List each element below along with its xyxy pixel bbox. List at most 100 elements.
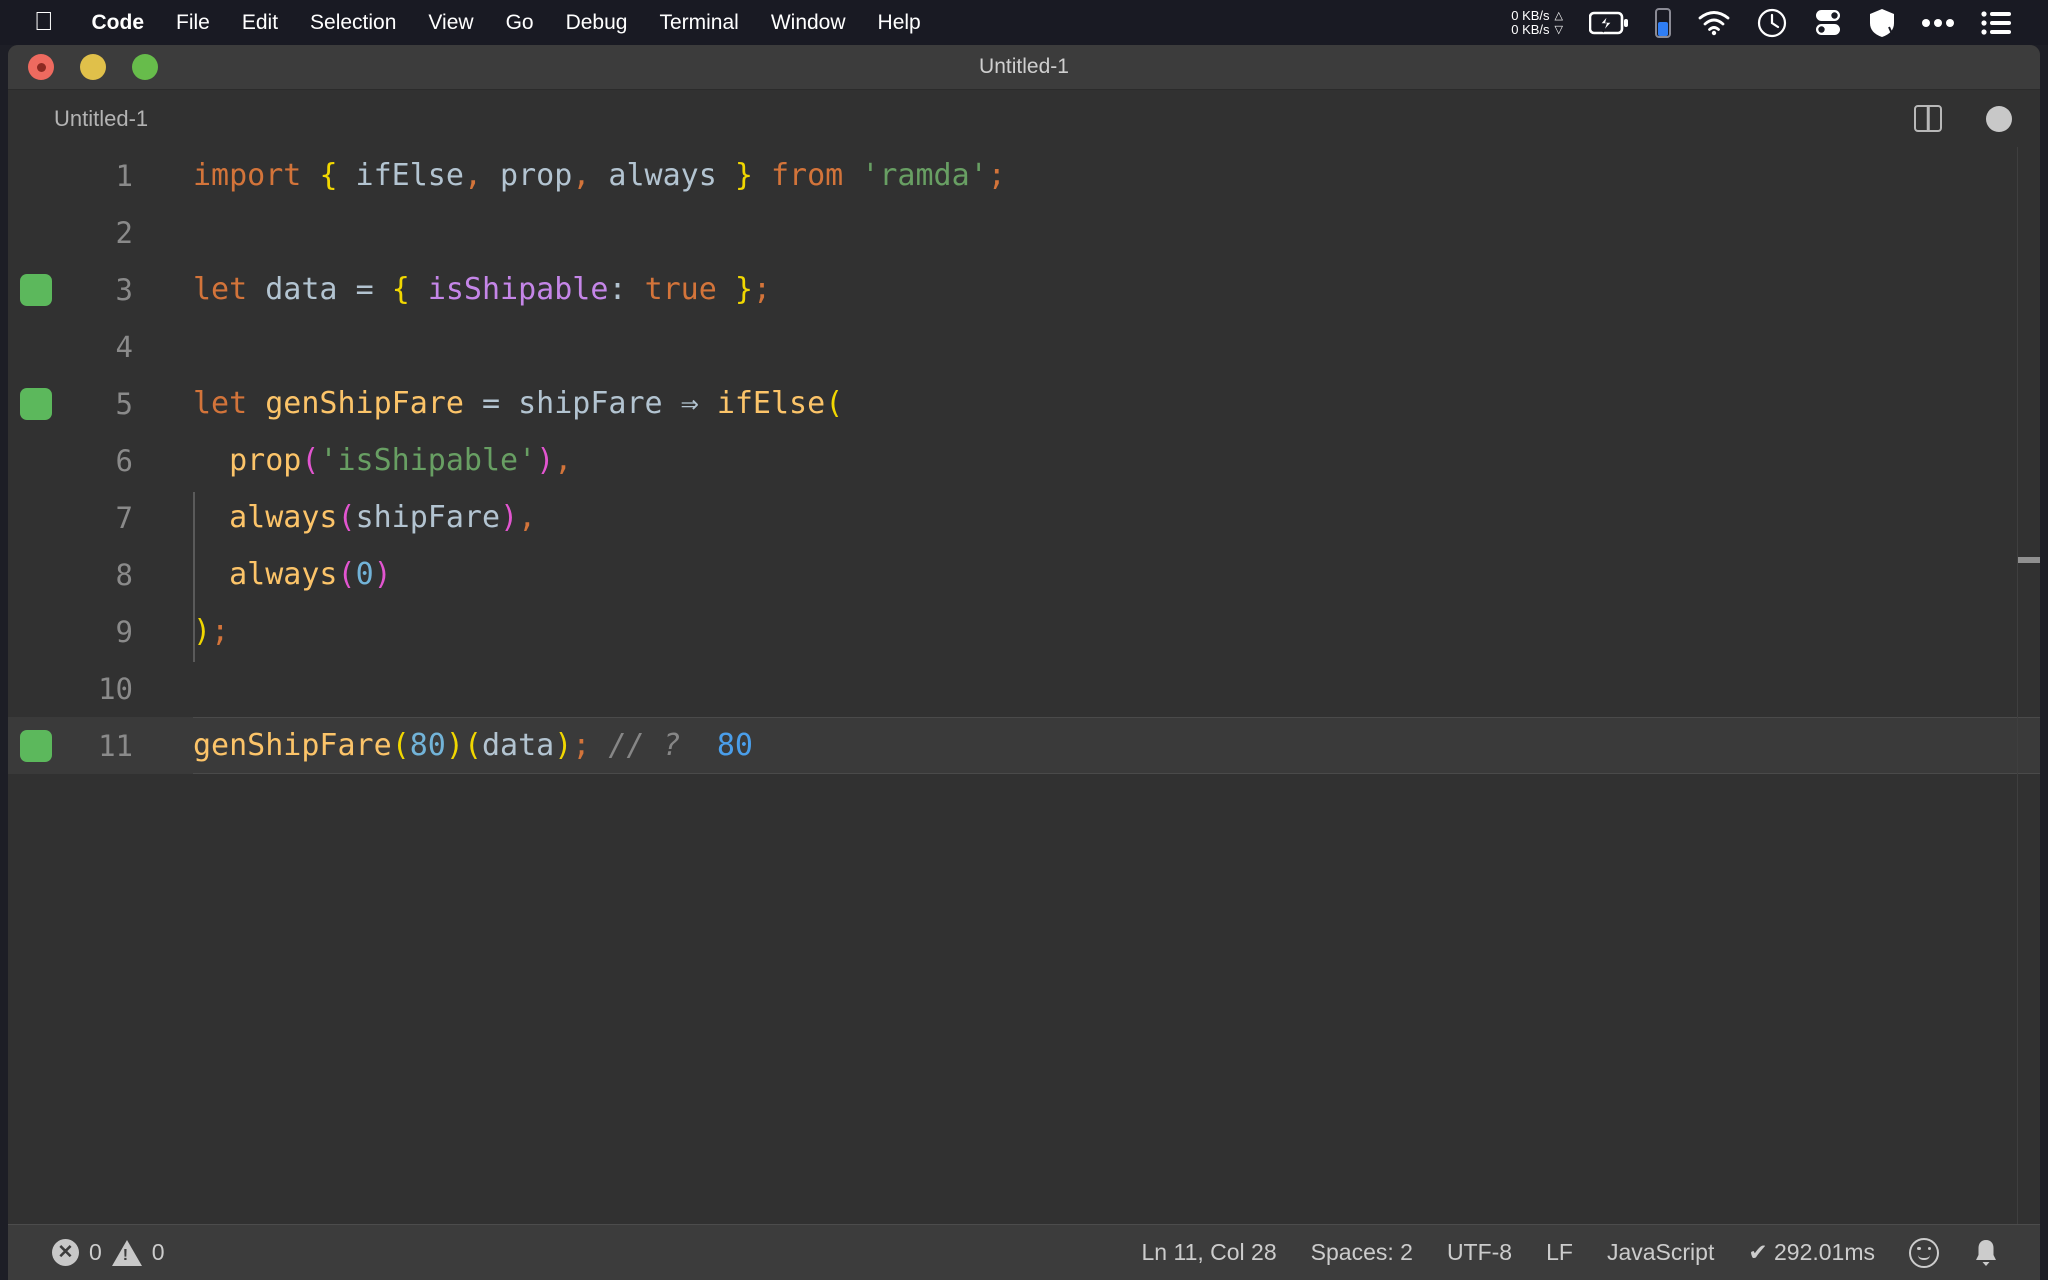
code-line-9[interactable]: 9); (8, 603, 2040, 660)
status-encoding[interactable]: UTF-8 (1430, 1239, 1529, 1266)
token: = (355, 272, 374, 307)
line-content: prop('isShipable'), (193, 443, 572, 478)
token: let (193, 386, 248, 421)
battery-charging-icon[interactable] (1576, 11, 1642, 35)
token: ; (211, 614, 230, 649)
vscode-window: Untitled-1 Untitled-1 1 import { ifElse, … (8, 45, 2040, 1280)
menu-item-file[interactable]: File (160, 11, 226, 35)
menu-item-help[interactable]: Help (862, 11, 937, 35)
error-count: 0 (89, 1239, 102, 1265)
code-line-6[interactable]: 6 prop('isShipable'), (8, 432, 2040, 489)
code-line-5[interactable]: 5 let genShipFare = shipFare ⇒ ifElse( (8, 375, 2040, 432)
ellipsis-icon[interactable] (1908, 18, 1968, 28)
status-language-mode[interactable]: JavaScript (1590, 1239, 1731, 1266)
code-line-2[interactable]: 2 (8, 204, 2040, 261)
status-bar: ✕ 0 0 Ln 11, Col 28 Spaces: 2 UTF-8 LF J… (8, 1224, 2040, 1280)
line-content: always(shipFare), (193, 500, 536, 535)
token: ifElse (337, 158, 464, 193)
code-line-1[interactable]: 1 import { ifElse, prop, always } from 'r… (8, 147, 2040, 204)
code-line-11[interactable]: 11 genShipFare(80)(data); // ? 80 (8, 717, 2040, 774)
token: ⇒ (680, 386, 699, 421)
code-lines-container: 1 import { ifElse, prop, always } from 'r… (8, 147, 2040, 774)
network-speed-indicator[interactable]: 0 KB/s 0 KB/s △ ▽ (1498, 8, 1576, 37)
code-line-4[interactable]: 4 (8, 318, 2040, 375)
token: : (608, 272, 627, 307)
line-content: ); (193, 614, 229, 649)
error-icon: ✕ (52, 1239, 79, 1266)
menu-item-go[interactable]: Go (490, 11, 550, 35)
code-line-10[interactable]: 10 (8, 660, 2040, 717)
battery-vertical-icon[interactable] (1642, 7, 1684, 38)
status-eol[interactable]: LF (1529, 1239, 1590, 1266)
clock-icon[interactable] (1744, 8, 1800, 38)
menu-item-window[interactable]: Window (755, 11, 862, 35)
token: shipFare (355, 500, 501, 535)
menu-item-view[interactable]: View (412, 11, 489, 35)
gutter-marker-line-3[interactable] (20, 273, 52, 306)
macos-menubar:  Code File Edit Selection View Go Debug… (0, 0, 2048, 45)
menu-item-debug[interactable]: Debug (550, 11, 644, 35)
status-cursor-position[interactable]: Ln 11, Col 28 (1125, 1239, 1294, 1266)
token: always (590, 158, 735, 193)
upload-arrow-icon: △ (1554, 9, 1563, 22)
token: , (463, 158, 482, 193)
status-problems[interactable]: ✕ 0 0 (38, 1239, 179, 1266)
code-line-8[interactable]: 8 always(0) (8, 546, 2040, 603)
menu-item-selection[interactable]: Selection (294, 11, 412, 35)
close-button[interactable] (28, 54, 54, 80)
token: prop (229, 443, 302, 478)
code-line-3[interactable]: 3 let data = { isShipable: true }; (8, 261, 2040, 318)
tabbar-actions (1914, 105, 2012, 132)
token: ( (337, 500, 356, 535)
wifi-icon[interactable] (1684, 10, 1744, 36)
token: ; (752, 272, 771, 307)
code-line-7[interactable]: 7 always(shipFare), (8, 489, 2040, 546)
control-center-icon[interactable] (1800, 9, 1856, 37)
line-content: always(0) (193, 557, 392, 592)
menu-item-terminal[interactable]: Terminal (643, 11, 754, 35)
token: ) (193, 614, 212, 649)
token: ( (825, 386, 844, 421)
gutter-marker-line-5[interactable] (20, 387, 52, 420)
split-editor-icon[interactable] (1914, 105, 1942, 132)
zoom-button[interactable] (132, 54, 158, 80)
menu-item-edit[interactable]: Edit (226, 11, 294, 35)
tab-untitled-1[interactable]: Untitled-1 (8, 90, 171, 147)
editor-scrollbar-marker[interactable] (2018, 557, 2040, 563)
status-quokka-time[interactable]: ✔ 292.01ms (1731, 1239, 1892, 1266)
warning-count: 0 (151, 1239, 165, 1265)
token: } (734, 272, 753, 307)
unsaved-changes-icon[interactable] (1986, 105, 2012, 132)
token: shipFare (500, 386, 681, 421)
token: // ? (608, 728, 681, 763)
token: = (482, 386, 501, 421)
status-notifications[interactable] (1956, 1238, 2016, 1268)
token: prop (482, 158, 573, 193)
code-editor[interactable]: 1 import { ifElse, prop, always } from 'r… (8, 147, 2040, 1224)
shield-icon[interactable] (1856, 8, 1908, 38)
menu-item-code[interactable]: Code (76, 11, 161, 35)
editor-scrollbar-track[interactable] (2017, 147, 2018, 1224)
minimize-button[interactable] (80, 54, 106, 80)
status-feedback[interactable] (1892, 1237, 1956, 1268)
line-content: let data = { isShipable: true }; (193, 272, 771, 307)
network-download-speed: 0 KB/s (1511, 21, 1550, 37)
token: 'ramda' (861, 158, 988, 193)
token: ; (987, 158, 1006, 193)
warning-icon (111, 1239, 142, 1266)
token: ( (301, 443, 320, 478)
list-icon[interactable] (1968, 10, 2024, 35)
status-indentation[interactable]: Spaces: 2 (1294, 1239, 1430, 1266)
gutter-marker-line-11[interactable] (20, 729, 52, 762)
token: , (572, 158, 591, 193)
apple-logo-icon[interactable]:  (34, 8, 54, 34)
